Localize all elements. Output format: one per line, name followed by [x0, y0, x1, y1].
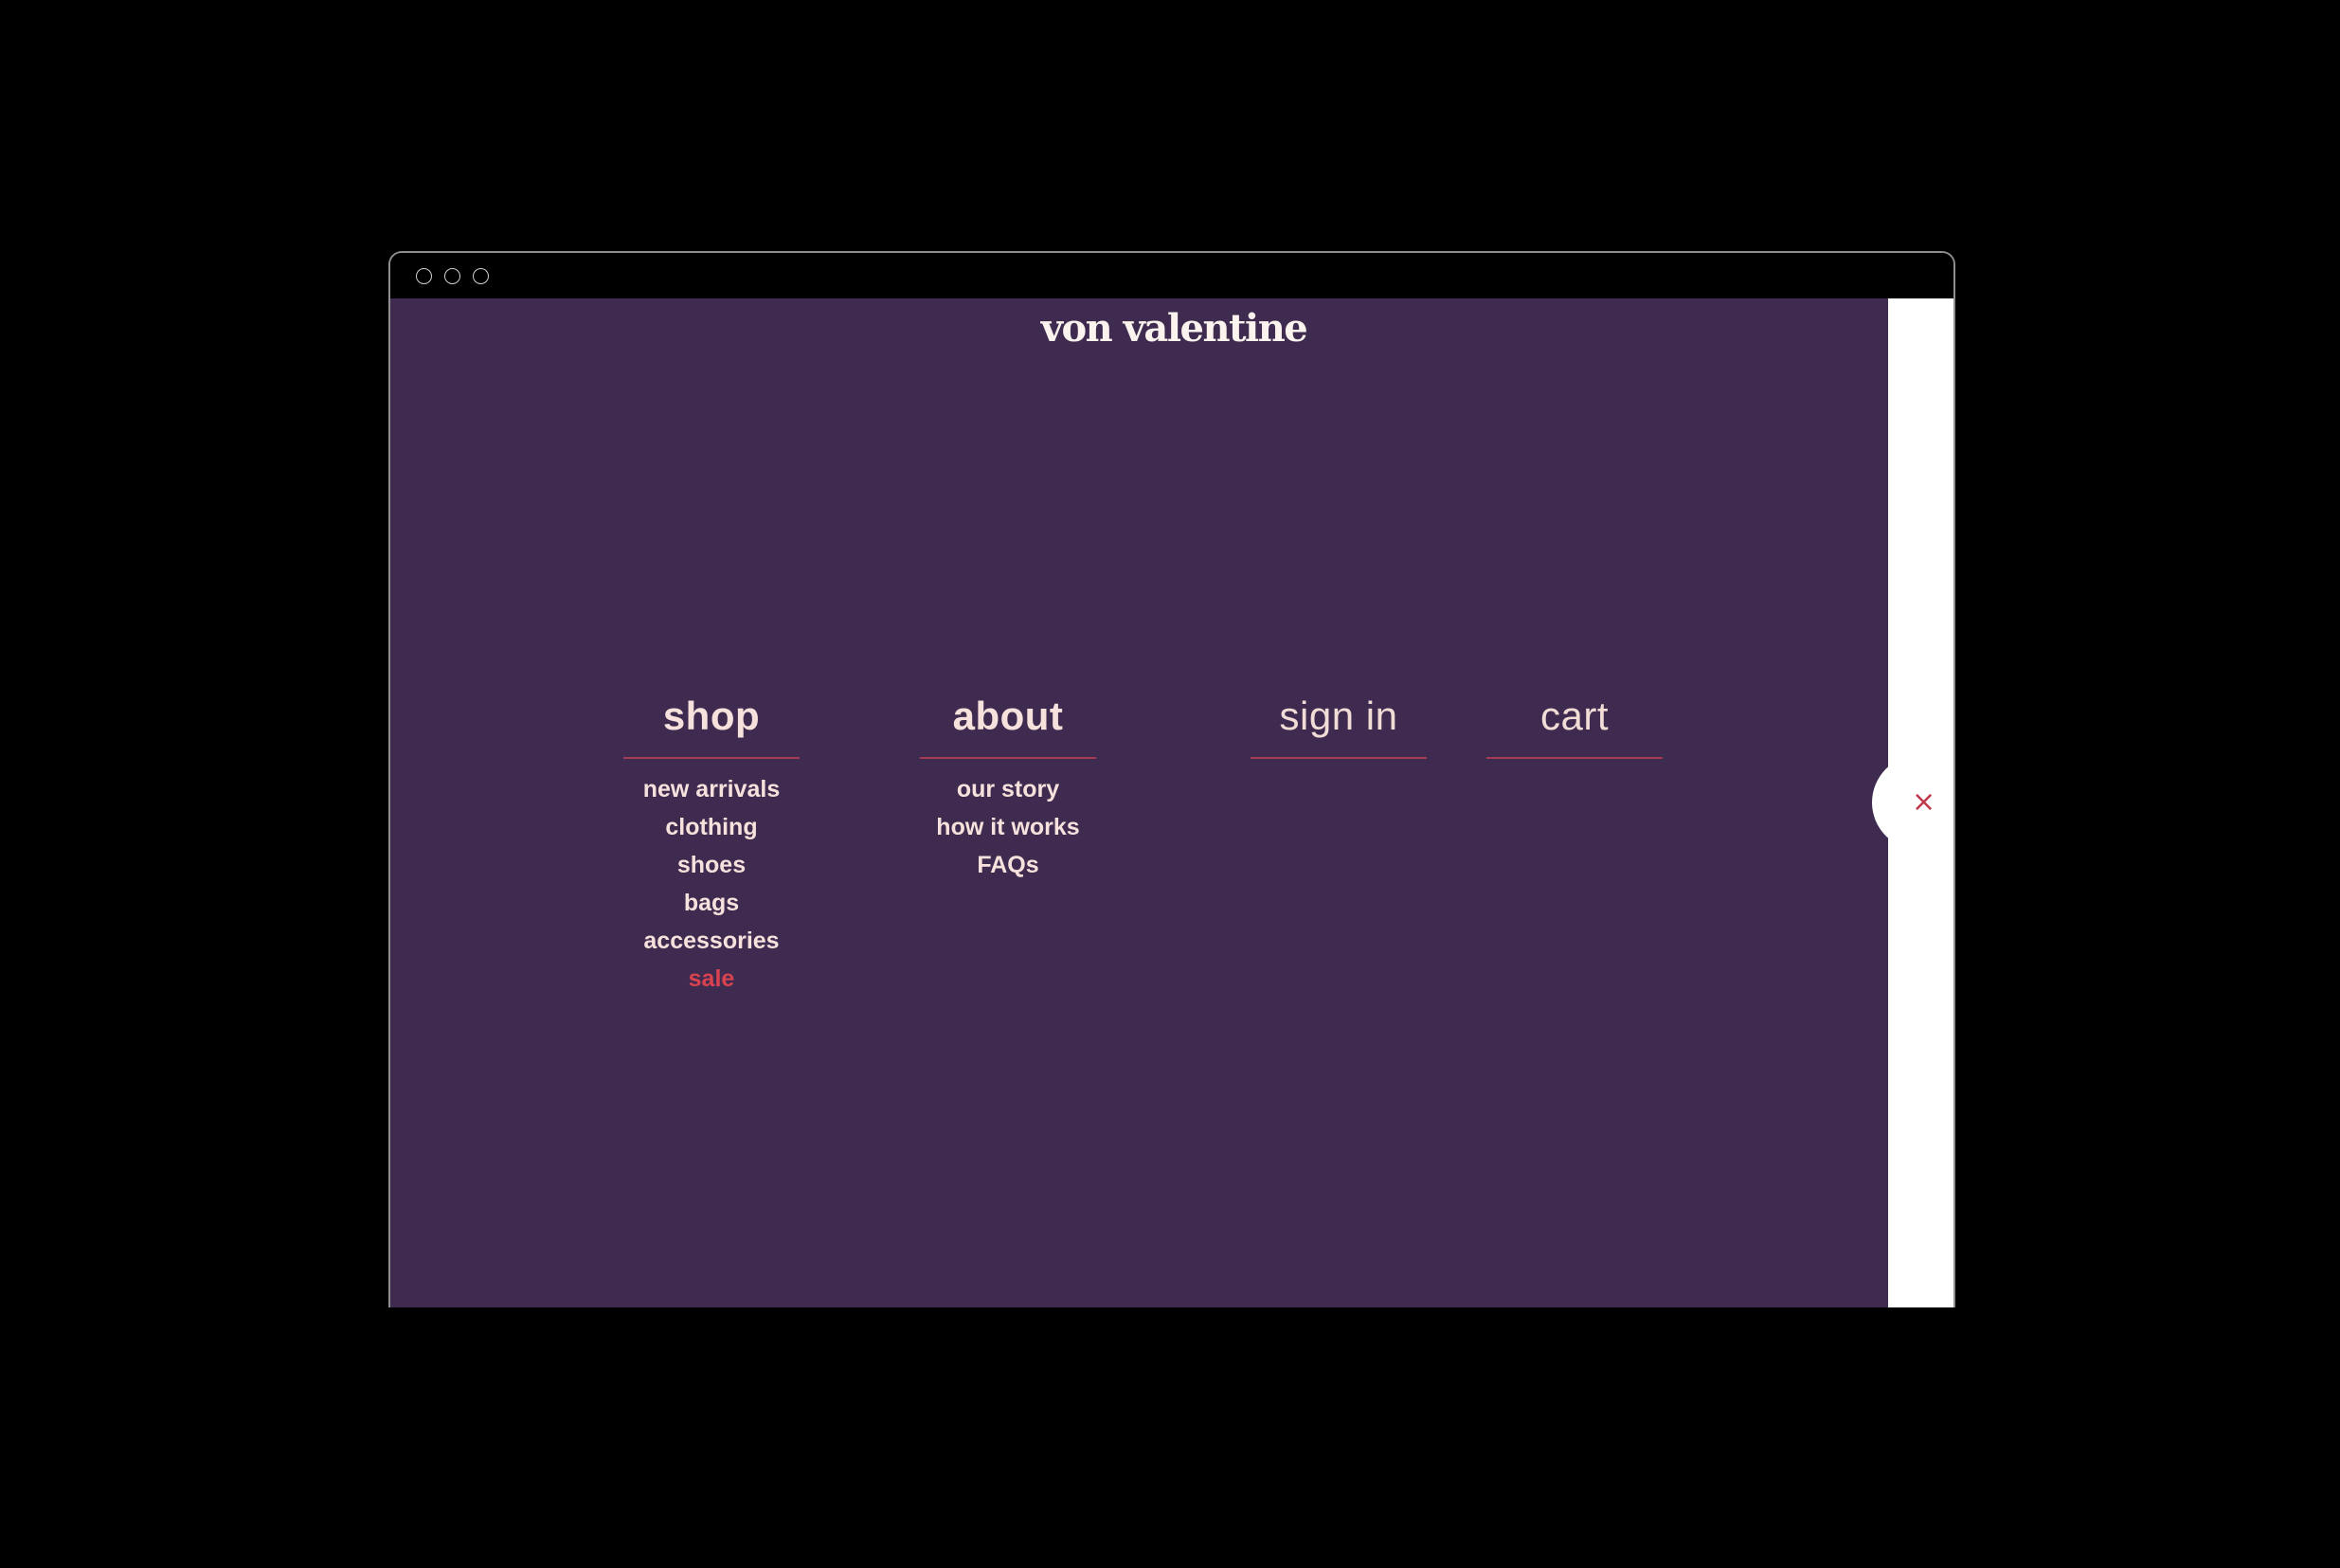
navigation-menu-panel: von valentine shop new arrivals clothing…	[390, 298, 1888, 1307]
menu-item-bags[interactable]: bags	[623, 884, 800, 922]
menu-item-new-arrivals[interactable]: new arrivals	[623, 770, 800, 808]
menu-item-how-it-works[interactable]: how it works	[920, 808, 1096, 846]
cart-link[interactable]: cart	[1486, 687, 1663, 759]
menu-item-accessories[interactable]: accessories	[623, 922, 800, 960]
menu-column-cart: cart	[1486, 687, 1663, 759]
menu-heading-about[interactable]: about	[920, 687, 1096, 759]
menu-item-shoes[interactable]: shoes	[623, 846, 800, 884]
sign-in-link[interactable]: sign in	[1251, 687, 1427, 759]
shop-submenu: new arrivals clothing shoes bags accesso…	[623, 770, 800, 998]
menu-item-our-story[interactable]: our story	[920, 770, 1096, 808]
menu-column-shop: shop new arrivals clothing shoes bags ac…	[623, 687, 800, 998]
menu-column-sign-in: sign in	[1251, 687, 1427, 759]
window-close-control-icon[interactable]	[416, 268, 432, 284]
window-minimize-control-icon[interactable]	[444, 268, 460, 284]
site-logo[interactable]: von valentine	[390, 306, 1953, 351]
menu-heading-shop[interactable]: shop	[623, 687, 800, 759]
menu-item-sale[interactable]: sale	[623, 960, 800, 998]
about-submenu: our story how it works FAQs	[920, 770, 1096, 884]
page-viewport: von valentine shop new arrivals clothing…	[390, 298, 1953, 1307]
close-icon[interactable]: ×	[1912, 788, 1935, 817]
browser-window: von valentine shop new arrivals clothing…	[388, 251, 1955, 1307]
window-maximize-control-icon[interactable]	[473, 268, 489, 284]
menu-item-clothing[interactable]: clothing	[623, 808, 800, 846]
menu-item-faqs[interactable]: FAQs	[920, 846, 1096, 884]
menu-column-about: about our story how it works FAQs	[920, 687, 1096, 884]
window-titlebar	[390, 253, 1953, 298]
